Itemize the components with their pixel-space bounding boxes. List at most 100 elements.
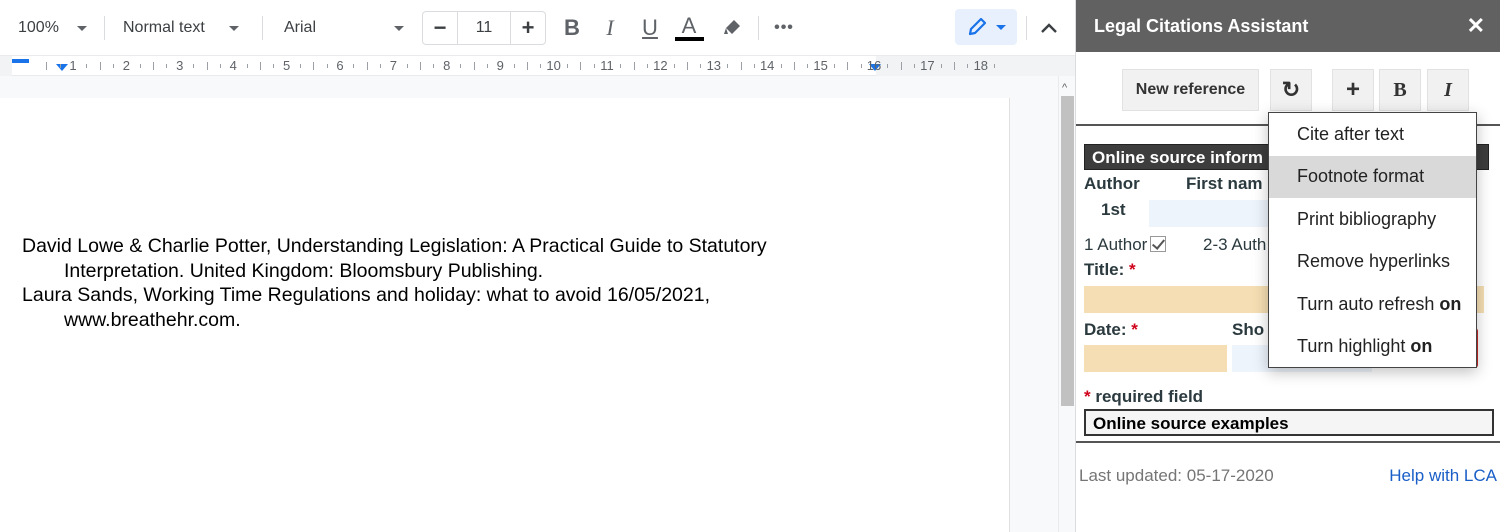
- chevron-down-icon: [228, 25, 239, 31]
- toolbar-divider: [758, 16, 759, 40]
- ruler-number: 9: [496, 58, 504, 73]
- docs-editor: 100% Normal text Arial − 11 + B I U A ••…: [0, 0, 1075, 532]
- highlight-color-button[interactable]: [716, 12, 748, 44]
- online-source-examples-toggle[interactable]: Online source examples: [1084, 409, 1494, 436]
- date-label-text: Date:: [1084, 320, 1127, 339]
- sidebar-header: Legal Citations Assistant ✕: [1076, 0, 1500, 52]
- one-author-checkbox[interactable]: [1150, 236, 1167, 252]
- style-select[interactable]: Normal text: [123, 10, 239, 46]
- ruler-tick: [193, 64, 195, 68]
- ruler-tick: [86, 64, 88, 68]
- highlighter-icon: [724, 20, 740, 34]
- one-author-label: 1 Author: [1084, 235, 1148, 254]
- ruler-number: 8: [443, 58, 451, 73]
- menu-item-label: Print bibliography: [1297, 208, 1437, 229]
- zoom-select[interactable]: 100%: [18, 10, 87, 46]
- ruler-tick: [326, 64, 328, 68]
- ruler-tick: [807, 64, 809, 68]
- date-input[interactable]: [1084, 345, 1227, 372]
- ruler-tick: [833, 64, 835, 68]
- scroll-up-arrow-icon[interactable]: ^: [1062, 82, 1067, 94]
- ruler-number: 18: [973, 58, 989, 73]
- menu-item-remove-hyperlinks[interactable]: Remove hyperlinks: [1269, 241, 1476, 284]
- menu-item-turn-highlight[interactable]: Turn highlight on: [1269, 326, 1476, 369]
- font-select[interactable]: Arial: [284, 10, 405, 46]
- font-size-input[interactable]: 11: [457, 12, 511, 44]
- one-author-option[interactable]: 1 Author: [1084, 235, 1167, 255]
- ruler-tick: [940, 64, 942, 68]
- menu-item-label: Footnote format: [1297, 166, 1425, 187]
- toolbar-divider: [1026, 16, 1027, 40]
- italic-style-button[interactable]: I: [1427, 69, 1469, 111]
- collapse-toolbar-button[interactable]: [1033, 12, 1065, 44]
- menu-item-label: Turn auto refresh: [1297, 293, 1435, 314]
- underline-button[interactable]: U: [634, 12, 666, 44]
- ruler-tick: [954, 62, 956, 70]
- chevron-down-icon: [996, 24, 1006, 30]
- ruler-tick: [673, 64, 675, 68]
- menu-item-label: Cite after text: [1297, 123, 1405, 144]
- two-three-authors-label[interactable]: 2-3 Auth: [1203, 235, 1266, 255]
- ruler-tick: [139, 64, 141, 68]
- help-link[interactable]: Help with LCA: [1389, 466, 1497, 486]
- bold-button[interactable]: B: [556, 12, 588, 44]
- menu-item-print-bibliography[interactable]: Print bibliography: [1269, 198, 1476, 241]
- ruler-tick: [219, 64, 221, 68]
- scrollbar-thumb[interactable]: [1061, 96, 1074, 406]
- ruler-tick: [380, 64, 382, 68]
- more-options-button[interactable]: •••: [768, 12, 800, 44]
- legal-citations-sidebar: Legal Citations Assistant ✕ New referenc…: [1075, 0, 1500, 532]
- bold-style-button[interactable]: B: [1379, 69, 1421, 111]
- ruler-tick: [166, 64, 168, 68]
- chevron-up-icon: [1041, 23, 1057, 33]
- ruler-tick: [353, 64, 355, 68]
- italic-button[interactable]: I: [594, 12, 626, 44]
- style-value: Normal text: [123, 19, 205, 36]
- increase-font-size-button[interactable]: +: [511, 12, 545, 44]
- ruler-tick: [259, 62, 261, 70]
- ruler-tick: [740, 62, 742, 70]
- left-indent-handle[interactable]: [56, 64, 68, 71]
- required-marker: *: [1131, 320, 1138, 339]
- first-name-input[interactable]: [1149, 200, 1269, 227]
- ruler-tick: [113, 64, 115, 68]
- ruler-tick: [246, 64, 248, 68]
- last-updated-text: Last updated: 05-17-2020: [1079, 466, 1274, 485]
- ruler-tick: [406, 64, 408, 68]
- ruler-tick: [59, 64, 61, 68]
- toolbar-divider: [262, 16, 263, 40]
- ruler-tick: [753, 64, 755, 68]
- vertical-scrollbar[interactable]: ^: [1058, 76, 1075, 532]
- ruler-tick: [994, 64, 996, 68]
- sidebar-title: Legal Citations Assistant: [1094, 16, 1309, 36]
- document-page[interactable]: David Lowe & Charlie Potter, Understandi…: [0, 98, 1010, 532]
- zoom-value: 100%: [18, 19, 59, 36]
- ruler-number: 13: [706, 58, 722, 73]
- ruler-tick: [727, 64, 729, 68]
- text-color-button[interactable]: A: [673, 12, 705, 44]
- menu-item-cite-after-text[interactable]: Cite after text: [1269, 113, 1476, 156]
- refresh-button[interactable]: ↻: [1270, 69, 1312, 111]
- menu-item-turn-auto-refresh[interactable]: Turn auto refresh on: [1269, 283, 1476, 326]
- title-label-text: Title:: [1084, 260, 1125, 279]
- toolbar-divider: [104, 16, 105, 40]
- horizontal-ruler[interactable]: 1 2 3 4 5 6 7 8 9 10 11 12 13 14 15 16 17 18: [0, 56, 1075, 76]
- entry-line: Laura Sands, Working Time Regulations an…: [22, 284, 710, 306]
- editing-mode-button[interactable]: [955, 9, 1017, 45]
- decrease-font-size-button[interactable]: −: [423, 12, 457, 44]
- ruler-tick: [647, 64, 649, 68]
- close-icon[interactable]: ✕: [1467, 13, 1485, 39]
- ruler-number: 6: [336, 58, 344, 73]
- plus-icon: +: [1345, 76, 1360, 103]
- chevron-down-icon: [76, 25, 87, 31]
- first-name-label: First nam: [1186, 174, 1263, 193]
- ruler-tick: [299, 64, 301, 68]
- first-line-indent-handle[interactable]: [12, 59, 29, 63]
- ruler-tick: [206, 62, 208, 70]
- menu-item-label: Remove hyperlinks: [1297, 251, 1451, 272]
- menu-item-state: on: [1439, 293, 1462, 314]
- menu-item-footnote-format[interactable]: Footnote format: [1269, 155, 1476, 198]
- required-marker: *: [1129, 260, 1136, 279]
- new-reference-button[interactable]: New reference: [1122, 69, 1259, 111]
- add-menu-button[interactable]: +: [1332, 69, 1374, 111]
